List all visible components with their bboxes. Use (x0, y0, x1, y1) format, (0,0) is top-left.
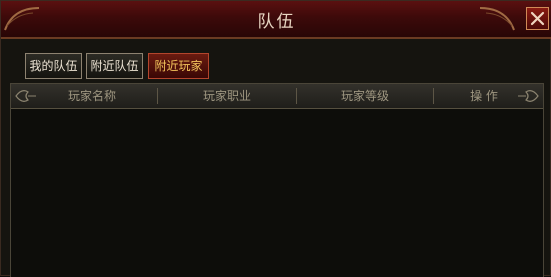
title-bar[interactable]: 队伍 (1, 1, 551, 39)
tab-nearby-players[interactable]: 附近玩家 (148, 53, 209, 79)
column-player-name[interactable]: 玩家名称 (33, 84, 151, 108)
player-list-panel: 玩家名称 玩家职业 玩家等级 操 作 (10, 83, 544, 277)
header-ornament-right-icon (518, 90, 539, 102)
column-player-class[interactable]: 玩家职业 (158, 84, 296, 108)
tab-my-team[interactable]: 我的队伍 (25, 53, 82, 79)
column-player-level[interactable]: 玩家等级 (297, 84, 433, 108)
close-button[interactable] (526, 7, 549, 30)
ornament-right-icon (479, 7, 515, 31)
table-header: 玩家名称 玩家职业 玩家等级 操 作 (11, 84, 543, 109)
team-window: 队伍 我的队伍 附近队伍 附近玩家 玩家名称 玩家职业 玩家等级 操 作 (0, 0, 551, 277)
close-icon (530, 11, 545, 26)
ornament-left-icon (4, 7, 40, 31)
tab-nearby-teams[interactable]: 附近队伍 (86, 53, 143, 79)
window-title: 队伍 (257, 12, 296, 32)
